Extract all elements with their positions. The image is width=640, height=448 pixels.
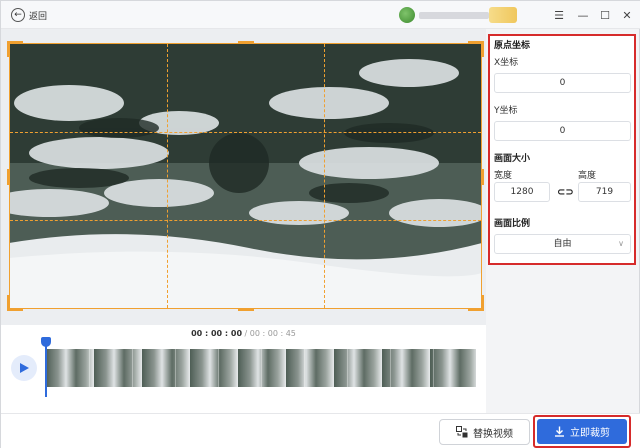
back-label: 返回 <box>29 11 48 22</box>
replace-video-button[interactable]: 替换视频 <box>439 419 530 445</box>
x-coordinate-input[interactable]: 0 <box>494 73 631 93</box>
crop-handle-bottom-right-v[interactable] <box>481 295 484 311</box>
replace-icon <box>456 426 468 438</box>
bottom-bar: 替换视频 立即裁剪 <box>1 413 640 448</box>
preview-area <box>1 29 486 325</box>
crop-handle-bottom[interactable] <box>238 308 254 311</box>
video-thumbnail-strip[interactable] <box>46 349 476 387</box>
playhead-handle[interactable] <box>41 337 51 347</box>
maximize-icon[interactable]: ☐ <box>595 5 615 25</box>
height-input[interactable]: 719 <box>578 182 631 202</box>
replace-video-label: 替换视频 <box>473 428 513 440</box>
width-label: 宽度 <box>494 171 513 181</box>
height-label: 高度 <box>578 171 597 181</box>
arrow-left-icon: ← <box>11 8 25 22</box>
crop-now-button[interactable]: 立即裁剪 <box>537 419 627 444</box>
ratio-section-title: 画面比例 <box>494 219 531 229</box>
time-total: 00 : 00 : 45 <box>249 329 296 338</box>
video-crop-window: ← 返回 ☰ — ☐ ✕ 00: 00: 00 / 00: 00: 45… <box>0 0 640 448</box>
play-button[interactable] <box>11 355 37 381</box>
size-section-title: 画面大小 <box>494 154 531 164</box>
menu-icon[interactable]: ☰ <box>549 5 569 25</box>
crop-guide-horizontal-1 <box>10 132 481 133</box>
y-coordinate-label: Y坐标 <box>494 106 518 116</box>
account-area[interactable] <box>399 7 489 23</box>
crop-handle-top-left-v[interactable] <box>7 41 10 57</box>
crop-guide-vertical-2 <box>324 44 325 308</box>
origin-section-title: 原点坐标 <box>494 41 531 51</box>
close-icon[interactable]: ✕ <box>617 5 637 25</box>
x-coordinate-label: X坐标 <box>494 58 519 68</box>
crop-handle-top[interactable] <box>238 41 254 44</box>
avatar <box>399 7 415 23</box>
crop-now-label: 立即裁剪 <box>570 428 610 439</box>
crop-button-highlight: 立即裁剪 <box>533 415 631 448</box>
timeline-area: 00 : 00 : 00 / 00 : 00 : 45 <box>1 325 486 413</box>
aspect-ratio-value: 自由 <box>553 239 572 249</box>
y-coordinate-input[interactable]: 0 <box>494 121 631 141</box>
link-aspect-icon[interactable]: ⊂⊃ <box>557 187 574 199</box>
vip-badge[interactable] <box>489 7 517 23</box>
time-display: 00 : 00 : 00 / 00 : 00 : 45 <box>1 329 486 338</box>
crop-guide-vertical-1 <box>167 44 168 308</box>
crop-handle-top-right-v[interactable] <box>481 41 484 57</box>
download-icon <box>555 426 564 437</box>
crop-handle-bottom-left-v[interactable] <box>7 295 10 311</box>
minimize-icon[interactable]: — <box>573 5 593 25</box>
aspect-ratio-select[interactable]: 自由 ∨ <box>494 234 631 254</box>
crop-frame[interactable] <box>7 41 484 311</box>
crop-settings-panel: 原点坐标 X坐标 0 Y坐标 0 画面大小 宽度 高度 1280 ⊂⊃ 719 … <box>488 34 636 265</box>
back-button[interactable]: ← 返回 <box>11 7 47 23</box>
time-current: 00 : 00 : 00 <box>191 329 243 338</box>
account-name-blurred <box>419 11 489 19</box>
width-input[interactable]: 1280 <box>494 182 550 202</box>
title-bar: ← 返回 ☰ — ☐ ✕ <box>1 1 640 29</box>
chevron-down-icon: ∨ <box>618 239 624 248</box>
crop-handle-left[interactable] <box>7 169 10 185</box>
time-separator: / <box>242 329 250 338</box>
crop-handle-right[interactable] <box>481 169 484 185</box>
play-icon <box>20 363 29 373</box>
crop-guide-horizontal-2 <box>10 220 481 221</box>
